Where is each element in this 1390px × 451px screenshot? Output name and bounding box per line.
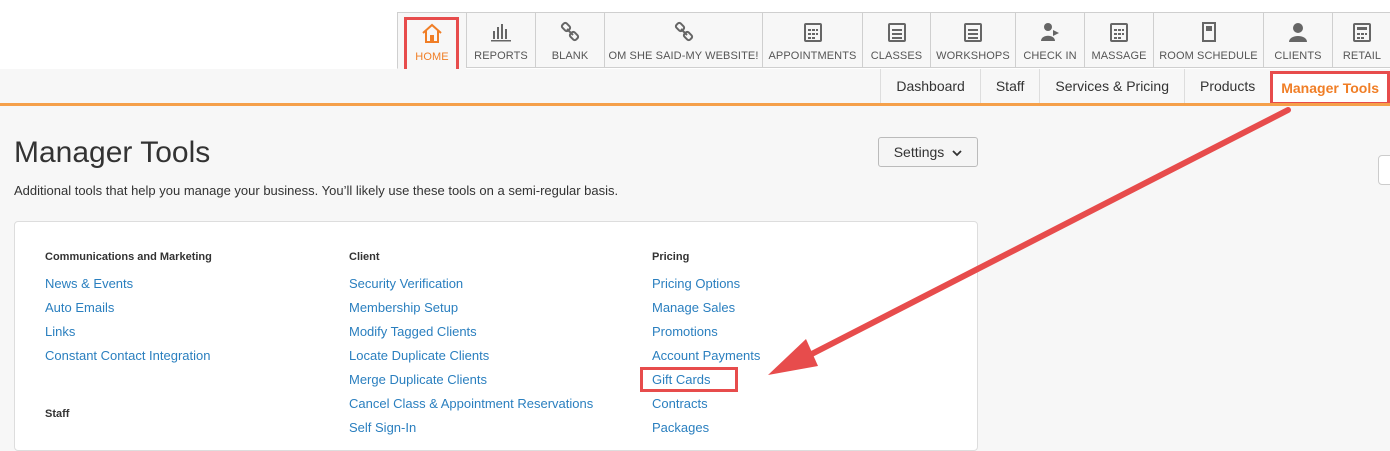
annotation-arrow xyxy=(768,107,1291,375)
